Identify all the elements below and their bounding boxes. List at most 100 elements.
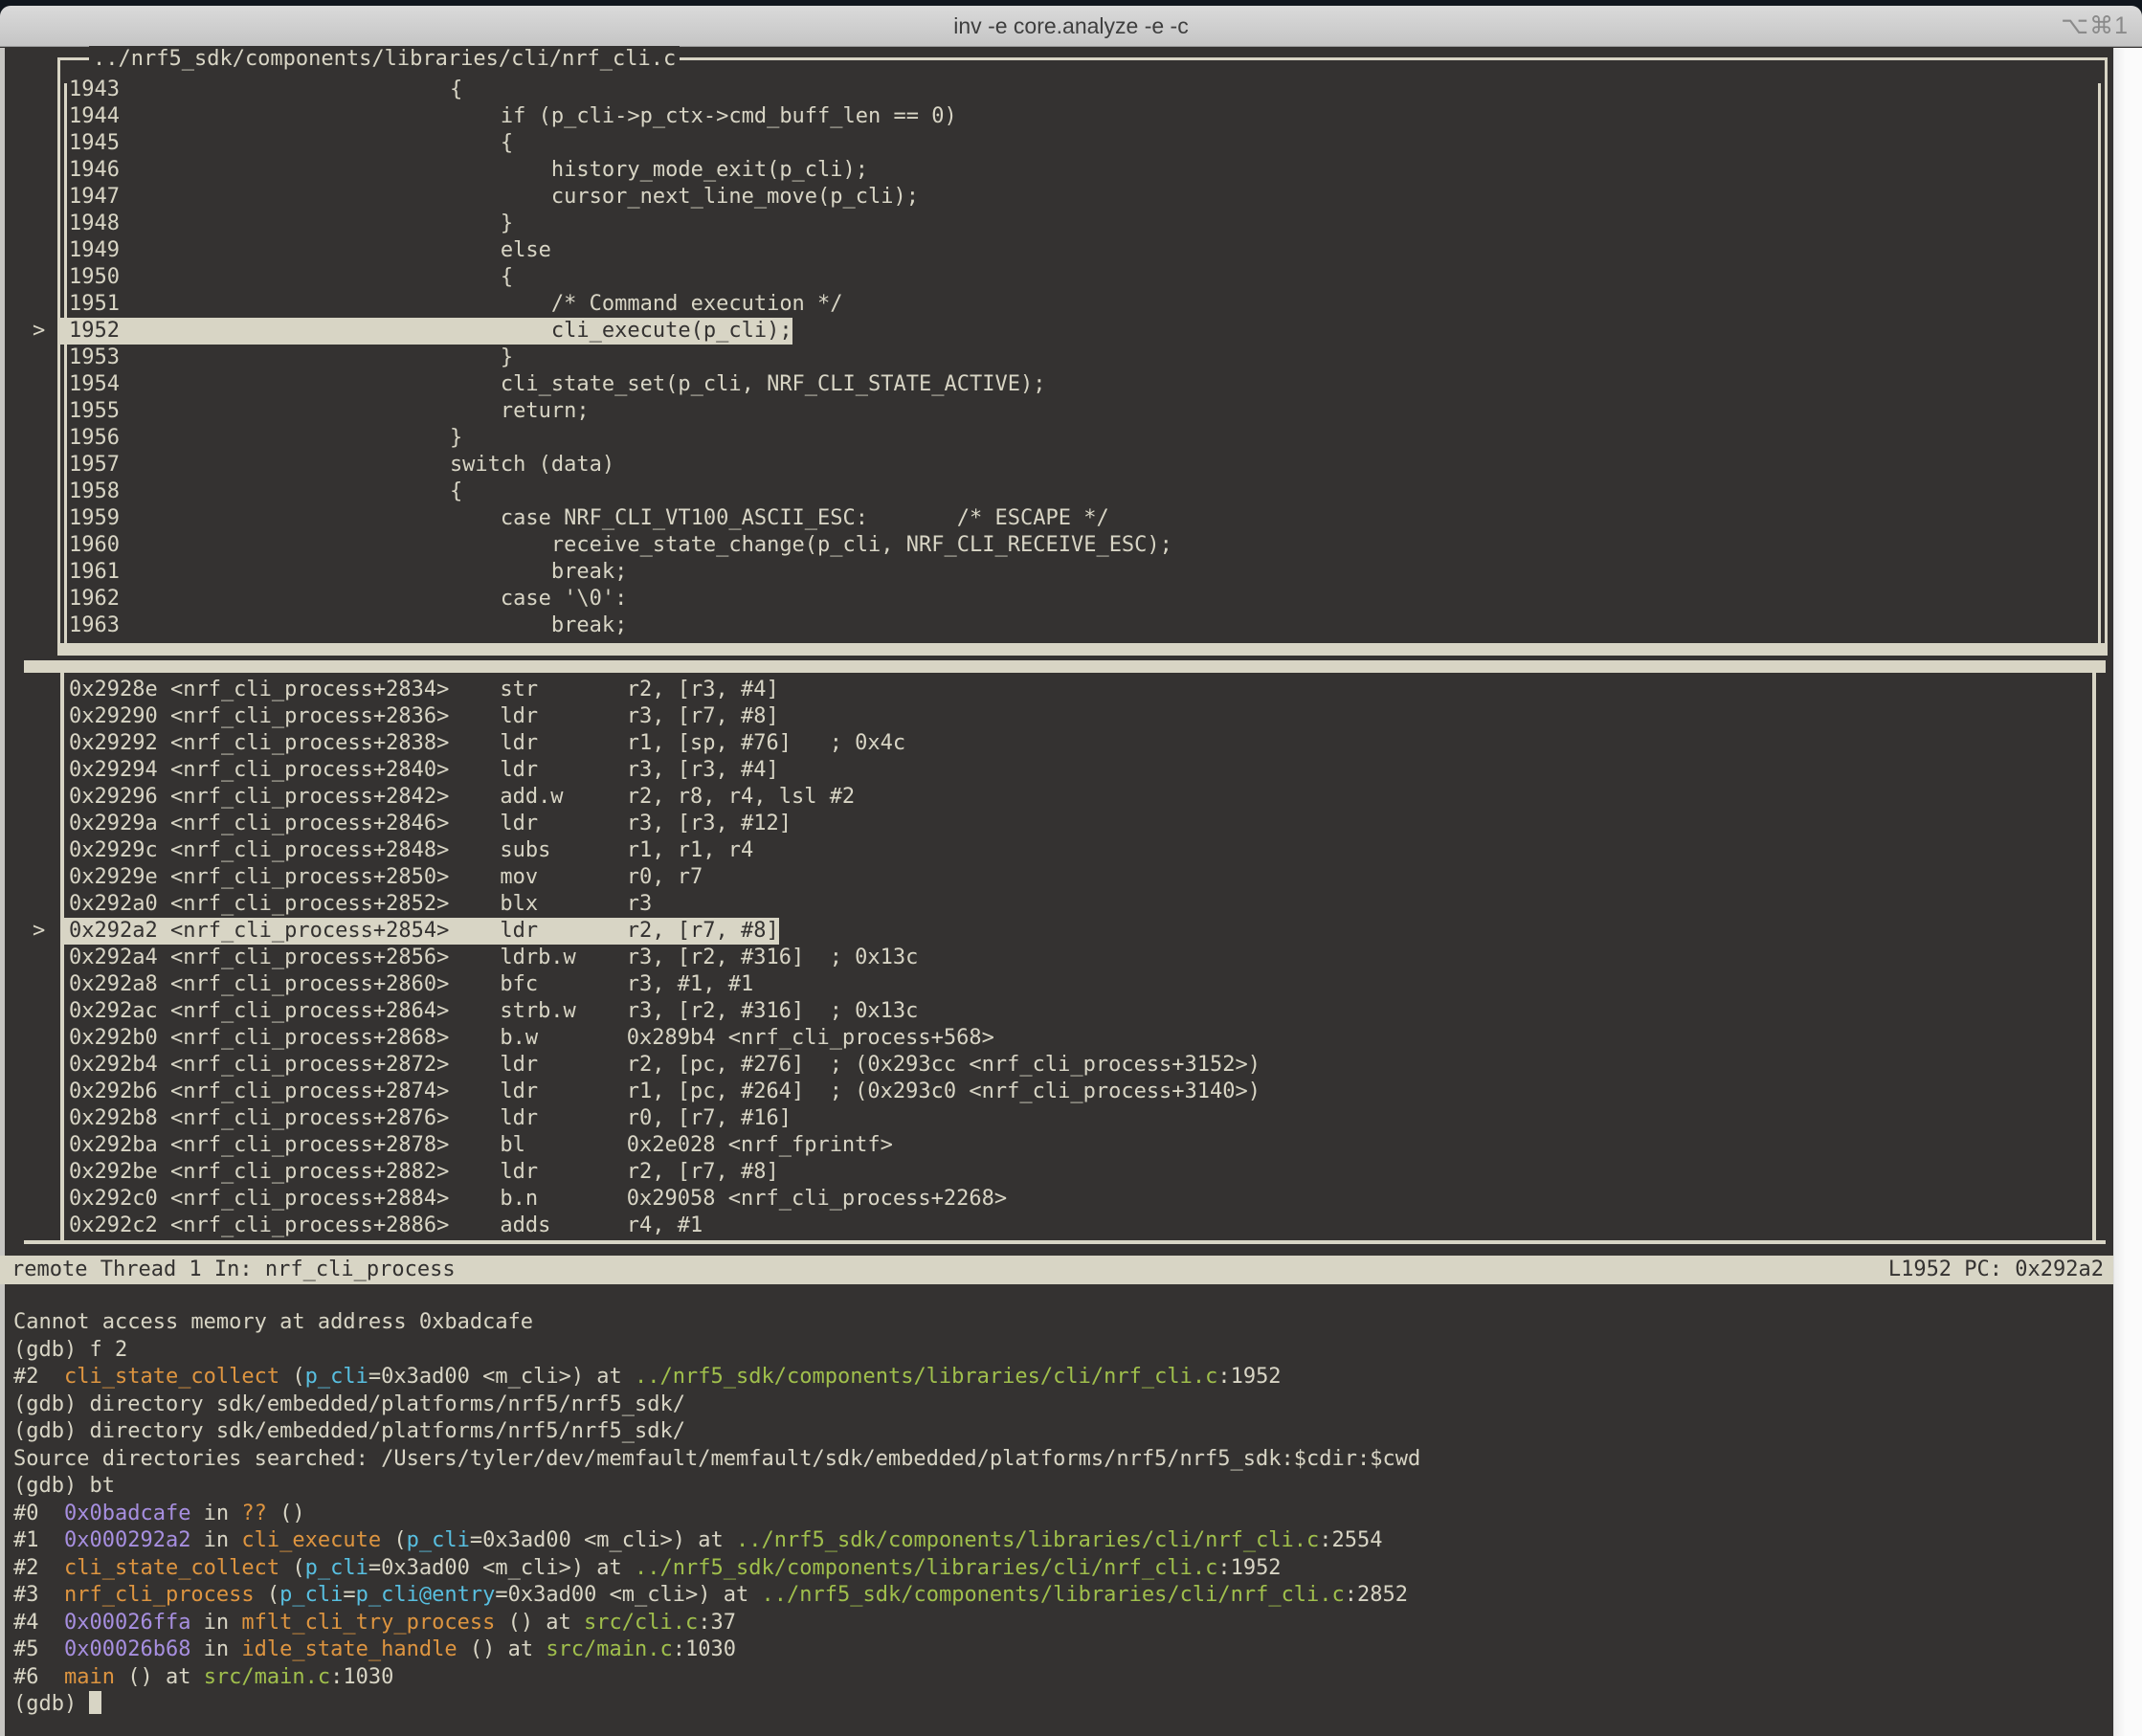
panel-divider-bar (24, 660, 2106, 673)
disasm-address: 0x292b8 <nrf_cli_process+2876> (69, 1105, 500, 1132)
source-line-code: cli_state_set(p_cli, NRF_CLI_STATE_ACTIV… (298, 371, 1045, 398)
disasm-line: 0x292c0 <nrf_cli_process+2884>b.n0x29058… (64, 1186, 1007, 1213)
source-line: 1950 { (60, 264, 513, 291)
source-line-number: 1944 (60, 103, 298, 130)
disasm-operands: r3, #1, #1 (627, 971, 753, 998)
disasm-mnemonic: ldr (500, 811, 626, 837)
source-line: 1943 { (60, 77, 462, 103)
console-line: Source directories searched: /Users/tyle… (13, 1446, 2109, 1474)
disasm-address: 0x29290 <nrf_cli_process+2836> (69, 703, 500, 730)
console-text: ../nrf5_sdk/components/libraries/cli/nrf… (762, 1583, 1345, 1607)
disasm-line: 0x292b6 <nrf_cli_process+2874>ldrr1, [pc… (64, 1079, 1261, 1105)
disasm-line: 0x29296 <nrf_cli_process+2842>add.wr2, r… (64, 784, 855, 811)
source-line-code: cursor_next_line_move(p_cli); (298, 184, 919, 211)
console-text: =0x3ad00 <m_cli>) at (368, 1365, 635, 1389)
disasm-operands: 0x2e028 <nrf_fprintf> (627, 1132, 893, 1159)
disasm-mnemonic: add.w (500, 784, 626, 811)
console-line: #6 main () at src/main.c:1030 (13, 1664, 2109, 1692)
console-text: cli_state_collect (64, 1365, 279, 1389)
disasm-operands: r2, [pc, #276] ; (0x293cc <nrf_cli_proce… (627, 1052, 1261, 1079)
terminal-cursor[interactable] (89, 1691, 101, 1714)
gdb-prompt-line[interactable]: (gdb) (13, 1691, 2109, 1719)
source-line-number: 1960 (60, 532, 298, 559)
console-text: (gdb) (13, 1692, 89, 1716)
source-line: 1945 { (60, 130, 513, 157)
disasm-operands: r2, [r7, #8] (627, 1159, 779, 1186)
disasm-address: 0x292c0 <nrf_cli_process+2884> (69, 1186, 500, 1213)
disasm-mnemonic: ldr (500, 1105, 626, 1132)
source-line-code: } (298, 211, 513, 237)
disasm-address: 0x2928e <nrf_cli_process+2834> (69, 677, 500, 703)
console-text: cli_state_collect (64, 1556, 279, 1580)
source-line-code: return; (298, 398, 590, 425)
window-shortcut-badge: ⌥⌘1 (2061, 6, 2129, 46)
source-line: 1949 else (60, 237, 551, 264)
source-line-number: 1951 (60, 291, 298, 318)
source-line-code: else (298, 237, 551, 264)
disasm-mnemonic: ldr (500, 1079, 626, 1105)
console-text: (gdb) directory sdk/embedded/platforms/n… (13, 1419, 685, 1443)
window-title: inv -e core.analyze -e -c (953, 13, 1188, 38)
disasm-address: 0x292ac <nrf_cli_process+2864> (69, 998, 500, 1025)
disasm-address: 0x29294 <nrf_cli_process+2840> (69, 757, 500, 784)
source-line-number: 1950 (60, 264, 298, 291)
source-line: 1948 } (60, 211, 513, 237)
disasm-panel: 0x2928e <nrf_cli_process+2834>strr2, [r3… (60, 673, 2096, 1240)
console-text: main (64, 1665, 115, 1689)
console-text: (gdb) directory sdk/embedded/platforms/n… (13, 1392, 685, 1416)
source-line-number: 1947 (60, 184, 298, 211)
console-line: #2 cli_state_collect (p_cli=0x3ad00 <m_c… (13, 1555, 2109, 1583)
source-line-code: cli_execute(p_cli); (298, 318, 792, 345)
console-text: #0 (13, 1502, 64, 1525)
disasm-address: 0x292a2 <nrf_cli_process+2854> (69, 918, 500, 945)
source-panel-title: ../nrf5_sdk/components/libraries/cli/nrf… (89, 46, 680, 73)
disasm-line: 0x292b4 <nrf_cli_process+2872>ldrr2, [pc… (64, 1052, 1261, 1079)
disasm-mnemonic: blx (500, 891, 626, 918)
console-text: :2554 (1319, 1528, 1382, 1552)
disasm-mnemonic: subs (500, 837, 626, 864)
disasm-line: 0x292be <nrf_cli_process+2882>ldrr2, [r7… (64, 1159, 779, 1186)
console-text: 0x00026ffa (64, 1611, 190, 1635)
source-line: 1951 /* Command execution */ (60, 291, 843, 318)
console-text: =0x3ad00 <m_cli>) at (495, 1583, 761, 1607)
console-text: Cannot access memory at address 0xbadcaf… (13, 1310, 533, 1334)
console-line: Cannot access memory at address 0xbadcaf… (13, 1309, 2109, 1337)
scrollbar-track[interactable] (2113, 48, 2142, 1736)
source-line-number: 1963 (60, 612, 298, 639)
disasm-line: 0x292b8 <nrf_cli_process+2876>ldrr0, [r7… (64, 1105, 792, 1132)
console-text: ( (279, 1556, 305, 1580)
source-line: 1957 switch (data) (60, 452, 614, 479)
source-line: 1962 case '\0': (60, 586, 627, 612)
source-line: 1956 } (60, 425, 462, 452)
tui-status-bar: remote Thread 1 In: nrf_cli_process L195… (0, 1256, 2113, 1284)
source-line: 1955 return; (60, 398, 590, 425)
source-line: 1944 if (p_cli->p_ctx->cmd_buff_len == 0… (60, 103, 957, 130)
terminal-content[interactable]: ../nrf5_sdk/components/libraries/cli/nrf… (0, 48, 2142, 1736)
disasm-line: 0x292a4 <nrf_cli_process+2856>ldrb.wr3, … (64, 945, 918, 971)
console-text: ( (255, 1583, 280, 1607)
disasm-mnemonic: bfc (500, 971, 626, 998)
console-text: p_cli (305, 1365, 368, 1389)
disasm-operands: r1, r1, r4 (627, 837, 753, 864)
console-text: =0x3ad00 <m_cli>) at (470, 1528, 736, 1552)
disasm-operands: r3, [r3, #4] (627, 757, 779, 784)
source-line: 1963 break; (60, 612, 627, 639)
console-text: () at (115, 1665, 204, 1689)
disasm-address: 0x292c2 <nrf_cli_process+2886> (69, 1213, 500, 1239)
disasm-mnemonic: mov (500, 864, 626, 891)
source-line: 1959 case NRF_CLI_VT100_ASCII_ESC: /* ES… (60, 505, 1109, 532)
console-text: :1030 (330, 1665, 393, 1689)
source-line-number: 1953 (60, 345, 298, 371)
source-line-code: break; (298, 612, 627, 639)
gdb-console[interactable]: Cannot access memory at address 0xbadcaf… (13, 1309, 2109, 1719)
source-line-number: 1949 (60, 237, 298, 264)
disasm-address: 0x292be <nrf_cli_process+2882> (69, 1159, 500, 1186)
disasm-operands: r2, [r7, #8] (627, 918, 779, 945)
console-text: #5 (13, 1637, 64, 1661)
source-line-number: 1956 (60, 425, 298, 452)
console-text: ?? (241, 1502, 267, 1525)
console-text: ( (279, 1365, 305, 1389)
disasm-line: 0x29294 <nrf_cli_process+2840>ldrr3, [r3… (64, 757, 779, 784)
console-text: (gdb) bt (13, 1474, 115, 1498)
source-line: 1953 } (60, 345, 513, 371)
